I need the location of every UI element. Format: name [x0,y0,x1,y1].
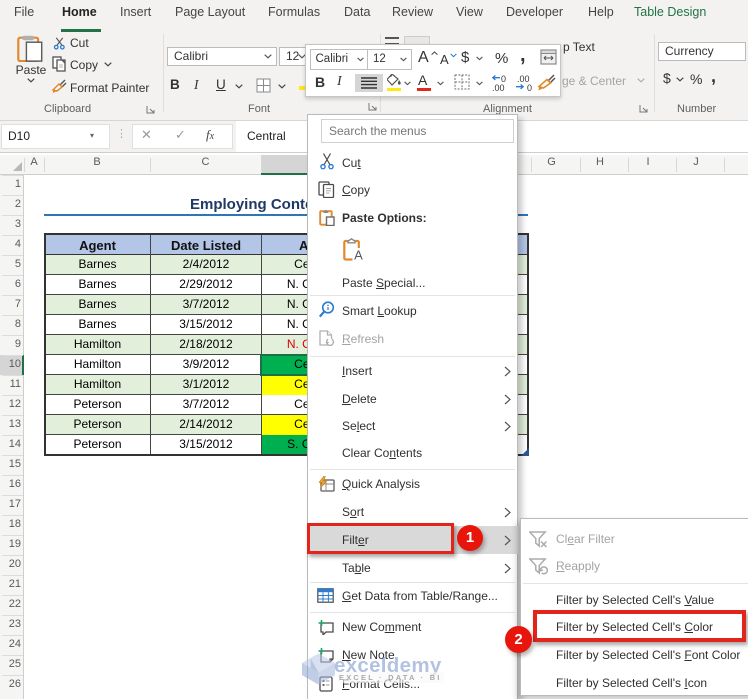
svg-text:A: A [354,247,363,262]
svg-text:0: 0 [527,83,532,92]
svg-text:.00: .00 [492,83,505,92]
